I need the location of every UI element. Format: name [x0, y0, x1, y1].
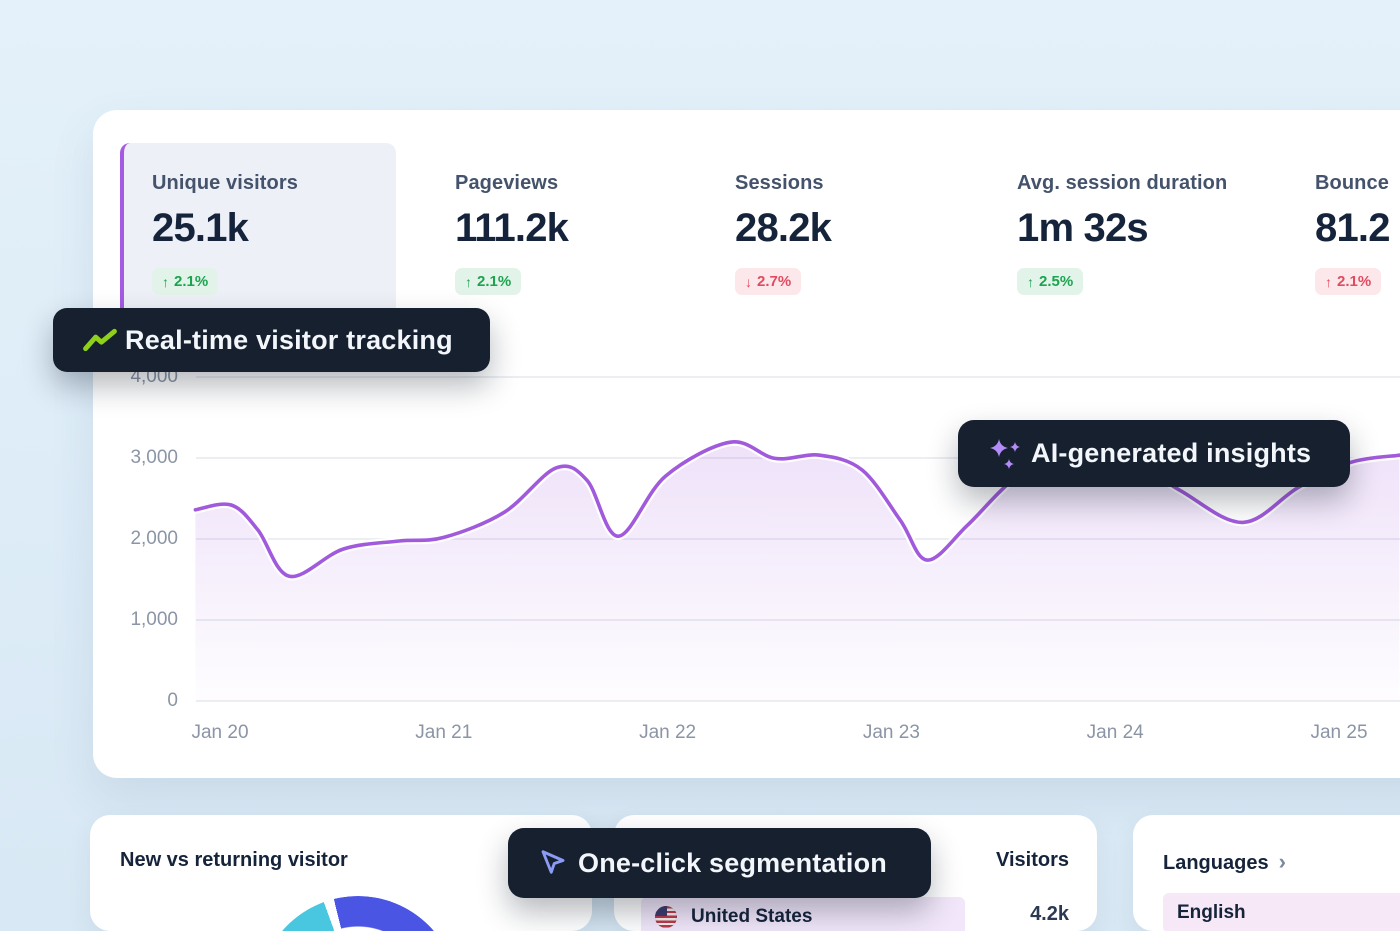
- stat-label: Pageviews: [455, 172, 568, 195]
- us-flag-icon: [655, 906, 677, 928]
- arrow-down-icon: ↓: [745, 274, 752, 290]
- arrow-up-icon: ↑: [465, 274, 472, 290]
- callout-label: Real-time visitor tracking: [125, 325, 453, 356]
- language-label: English: [1177, 902, 1246, 924]
- callout-realtime-tracking: Real-time visitor tracking: [53, 308, 490, 372]
- stat-pageviews[interactable]: Pageviews 111.2k ↑2.1%: [455, 172, 568, 295]
- stat-label: Avg. session duration: [1017, 172, 1227, 195]
- languages-header[interactable]: Languages›: [1163, 849, 1286, 875]
- country-visitors-value: 4.2k: [1030, 903, 1069, 926]
- stat-session-duration[interactable]: Avg. session duration 1m 32s ↑2.5%: [1017, 172, 1227, 295]
- stat-change-badge: ↑2.5%: [1017, 268, 1083, 295]
- stat-label: Unique visitors: [152, 172, 372, 195]
- stat-change-badge: ↑2.1%: [1315, 268, 1381, 295]
- stat-value: 111.2k: [455, 206, 568, 251]
- visitors-column-header: Visitors: [996, 849, 1069, 872]
- stat-bounce[interactable]: Bounce 81.2 ↑2.1%: [1315, 172, 1390, 295]
- callout-label: AI-generated insights: [1031, 438, 1311, 469]
- trend-line-icon: [75, 327, 125, 353]
- stat-value: 28.2k: [735, 206, 831, 251]
- country-label: United States: [691, 906, 812, 928]
- stat-value: 25.1k: [152, 206, 372, 251]
- arrow-up-icon: ↑: [1027, 274, 1034, 290]
- stat-value: 1m 32s: [1017, 206, 1227, 251]
- cursor-arrow-icon: [528, 848, 578, 878]
- country-row-united-states[interactable]: United States: [641, 897, 965, 931]
- callout-label: One-click segmentation: [578, 848, 887, 879]
- arrow-up-icon: ↑: [162, 274, 169, 290]
- sparkles-icon: [978, 433, 1031, 475]
- stat-change-badge: ↑2.1%: [152, 268, 218, 295]
- stat-sessions[interactable]: Sessions 28.2k ↓2.7%: [735, 172, 831, 295]
- stat-label: Sessions: [735, 172, 831, 195]
- stat-change-badge: ↑2.1%: [455, 268, 521, 295]
- callout-one-click-segmentation: One-click segmentation: [508, 828, 931, 898]
- language-row-english[interactable]: English: [1163, 893, 1400, 931]
- chevron-right-icon: ›: [1279, 849, 1286, 874]
- stat-label: Bounce: [1315, 172, 1390, 195]
- stat-change-badge: ↓2.7%: [735, 268, 801, 295]
- stat-value: 81.2: [1315, 206, 1390, 251]
- new-vs-returning-donut: [258, 896, 458, 931]
- languages-card: Languages› English: [1133, 815, 1400, 931]
- card-title: New vs returning visitor: [120, 849, 348, 872]
- arrow-up-icon: ↑: [1325, 274, 1332, 290]
- callout-ai-insights: AI-generated insights: [958, 420, 1350, 487]
